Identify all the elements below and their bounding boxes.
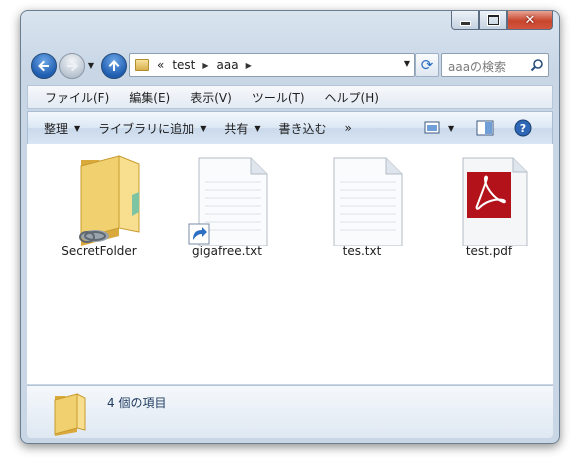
chevron-down-icon: ▼: [448, 123, 455, 133]
item-count: 4 個の項目: [107, 396, 167, 410]
include-in-library-button[interactable]: ライブラリに追加 ▼: [92, 116, 212, 140]
up-button[interactable]: [101, 53, 127, 79]
chevron-right-icon[interactable]: ▶: [202, 61, 208, 70]
help-icon: ?: [514, 119, 532, 137]
file-name: gigafree.txt: [192, 244, 262, 258]
file-list[interactable]: SecretFolder gigafree.txt tes.txt test.p…: [27, 144, 553, 384]
text-file-icon: [333, 157, 403, 247]
back-arrow-icon: [38, 60, 49, 72]
folder-icon: [54, 393, 86, 436]
preview-pane-icon: [476, 120, 494, 136]
recent-pages-button[interactable]: ▼: [87, 60, 95, 70]
chevron-right-icon[interactable]: ▶: [246, 61, 252, 70]
file-item-secretfolder[interactable]: SecretFolder: [49, 150, 149, 258]
file-name: test.pdf: [465, 244, 513, 258]
minimize-button[interactable]: [451, 11, 479, 30]
address-bar[interactable]: « test ▶ aaa ▶ ▼: [129, 53, 415, 77]
svg-text:?: ?: [520, 122, 526, 135]
back-button[interactable]: [31, 53, 57, 79]
pdf-file-icon: [462, 157, 528, 247]
up-arrow-icon: [108, 60, 120, 71]
menu-view[interactable]: 表示(V): [183, 89, 239, 106]
chevron-down-icon: ▼: [74, 123, 81, 133]
navigation-row: ▼ « test ▶ aaa ▶ ▼ ⟳ aaaの検索: [29, 51, 553, 79]
menu-tools[interactable]: ツール(T): [245, 89, 312, 106]
file-name: SecretFolder: [61, 244, 137, 258]
chevron-down-icon: ▼: [87, 60, 95, 70]
caption-buttons: ✕: [451, 11, 553, 31]
chevron-down-icon: ▼: [200, 123, 207, 133]
search-input[interactable]: aaaの検索: [441, 53, 549, 77]
text-file-shortcut-icon: [188, 157, 268, 247]
file-item-tes[interactable]: tes.txt: [312, 150, 412, 258]
menu-bar: ファイル(F) 編集(E) 表示(V) ツール(T) ヘルプ(H): [27, 85, 553, 109]
preview-pane-button[interactable]: [476, 116, 494, 140]
file-item-test-pdf[interactable]: test.pdf: [439, 150, 539, 258]
burn-button[interactable]: 書き込む: [273, 116, 333, 140]
command-bar: 整理 ▼ ライブラリに追加 ▼ 共有 ▼ 書き込む » ▼ ?: [27, 111, 553, 145]
forward-button[interactable]: [59, 53, 85, 79]
folder-icon: [135, 59, 149, 71]
view-icon: [424, 121, 440, 134]
menu-edit[interactable]: 編集(E): [122, 89, 177, 106]
organize-button[interactable]: 整理 ▼: [38, 116, 86, 140]
breadcrumb-test[interactable]: test: [172, 58, 195, 72]
chevron-down-icon: ▼: [254, 123, 261, 133]
breadcrumb-overflow[interactable]: «: [157, 58, 164, 72]
close-button[interactable]: ✕: [507, 11, 553, 30]
share-button[interactable]: 共有 ▼: [218, 116, 266, 140]
file-item-gigafree[interactable]: gigafree.txt: [177, 150, 277, 258]
search-icon[interactable]: [530, 58, 544, 72]
refresh-button[interactable]: ⟳: [415, 53, 439, 77]
help-button[interactable]: ?: [514, 116, 532, 140]
details-pane: 4 個の項目: [27, 385, 553, 438]
explorer-window: ✕ ▼ « test ▶ aaa ▶ ▼ ⟳ aaaの検索 ファイル(F) 編集: [20, 10, 560, 444]
file-name: tes.txt: [342, 244, 382, 258]
maximize-button[interactable]: [479, 11, 507, 30]
toolbar-overflow-button[interactable]: »: [339, 116, 358, 140]
refresh-icon: ⟳: [420, 56, 434, 74]
minimize-icon: [459, 20, 471, 26]
breadcrumb-aaa[interactable]: aaa: [217, 58, 239, 72]
change-view-button[interactable]: ▼: [424, 116, 454, 140]
menu-file[interactable]: ファイル(F): [38, 89, 116, 106]
chevron-down-icon[interactable]: ▼: [404, 59, 410, 68]
forward-arrow-icon: [67, 60, 78, 72]
close-icon: ✕: [524, 12, 536, 28]
menu-help[interactable]: ヘルプ(H): [318, 89, 386, 106]
search-placeholder: aaaの検索: [448, 60, 507, 74]
folder-link-icon: [79, 155, 140, 246]
maximize-icon: [486, 14, 500, 26]
